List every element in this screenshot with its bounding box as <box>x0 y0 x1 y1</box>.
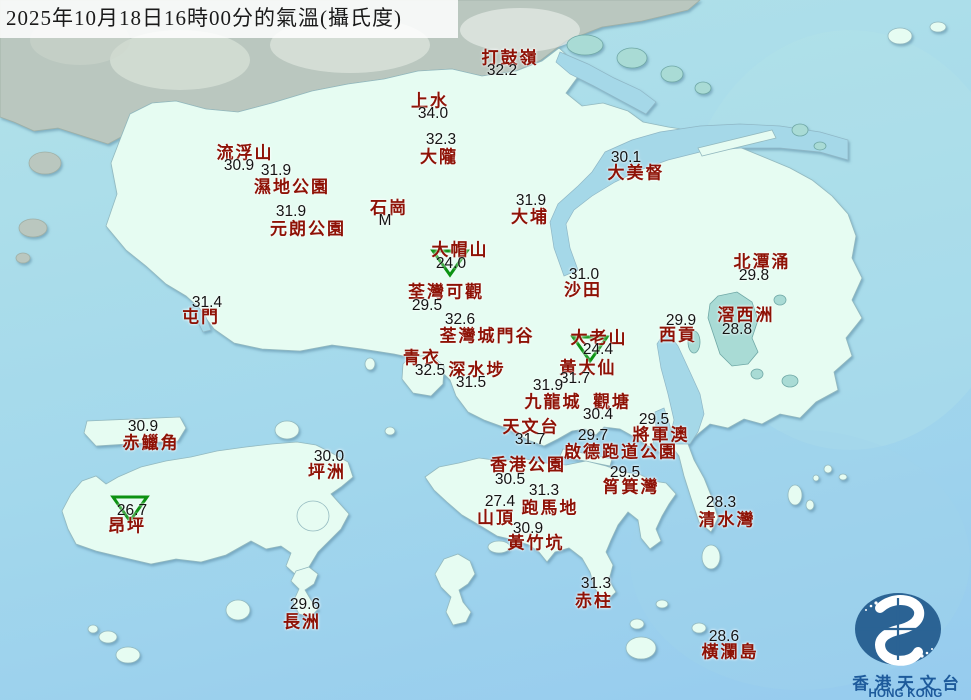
ninepin-island <box>839 474 847 480</box>
hko-logo-english-name: HONG KONG OBSERVATORY <box>834 688 971 700</box>
map-title: 2025年10月18日16時00分的氣溫(攝氏度) <box>0 0 458 38</box>
station-temperature-value: 29.9 <box>666 312 696 330</box>
mirs-bay-island <box>695 82 711 94</box>
station-temperature-value: 24.0 <box>436 255 466 273</box>
station-temperature-value: 29.7 <box>578 427 608 445</box>
station-temperature-value: 28.3 <box>706 494 736 512</box>
station-temperature-value: 30.9 <box>224 157 254 175</box>
station-temperature-value: 27.4 <box>485 493 515 511</box>
ma-wan-island <box>365 358 375 370</box>
station-temperature-value: M <box>379 212 392 230</box>
soko-island <box>116 647 140 663</box>
beaufort-island <box>656 600 668 608</box>
sai-kung-islet <box>782 375 798 387</box>
station-temperature-value: 34.0 <box>418 105 448 123</box>
station-temperature-value: 31.0 <box>569 266 599 284</box>
shek-kwu-chau-island <box>226 600 250 620</box>
mirs-bay-islet <box>930 22 946 32</box>
station-temperature-value: 30.4 <box>583 406 613 424</box>
station-temperature-value: 31.7 <box>515 431 545 449</box>
lamma-island <box>435 554 475 625</box>
station-temperature-value: 30.5 <box>495 471 525 489</box>
mirs-bay-islet <box>888 28 912 44</box>
station-temperature-value: 31.5 <box>456 374 486 392</box>
kau-yi-chau-island <box>385 427 395 435</box>
grass-island <box>814 142 826 150</box>
po-toi-islet <box>630 619 644 629</box>
station-temperature-value: 30.1 <box>611 149 641 167</box>
mirs-bay-island <box>661 66 683 82</box>
urban-texture <box>110 30 250 90</box>
station-temperature-value: 28.8 <box>722 321 752 339</box>
station-temperature-value: 31.9 <box>516 192 546 210</box>
station-temperature-value: 31.9 <box>276 203 306 221</box>
soko-island <box>99 631 117 643</box>
station-temperature-value: 31.9 <box>533 377 563 395</box>
station-temperature-value: 32.2 <box>487 62 517 80</box>
station-temperature-value: 32.5 <box>415 362 445 380</box>
deep-bay-island <box>19 219 47 237</box>
mirs-bay-island <box>567 35 603 55</box>
station-temperature-value: 26.7 <box>117 502 147 520</box>
waglan-island <box>692 623 706 633</box>
station-temperature-value: 31.3 <box>581 575 611 593</box>
sai-kung-islet <box>774 295 786 305</box>
deep-bay-island <box>16 253 30 263</box>
station-temperature-value: 32.3 <box>426 131 456 149</box>
hko-logo: 香港天文台 HONG KONG OBSERVATORY <box>840 578 971 700</box>
po-toi-island <box>626 637 656 659</box>
soko-island <box>88 625 98 633</box>
station-temperature-value: 29.5 <box>610 464 640 482</box>
mirs-bay-island <box>617 48 647 68</box>
station-temperature-value: 30.9 <box>513 520 543 538</box>
station-temperature-value: 29.5 <box>412 297 442 315</box>
ninepin-island <box>824 465 832 473</box>
deep-bay-island <box>29 152 61 174</box>
sai-kung-islet <box>751 369 763 379</box>
station-temperature-value: 30.9 <box>128 418 158 436</box>
station-temperature-value: 30.0 <box>314 448 344 466</box>
ninepin-island <box>813 475 819 481</box>
station-temperature-value: 28.6 <box>709 628 739 646</box>
station-temperature-value: 32.6 <box>445 311 475 329</box>
station-temperature-value: 29.6 <box>290 596 320 614</box>
basalt-island <box>788 485 802 505</box>
tap-mun-island <box>792 124 808 136</box>
station-temperature-value: 31.9 <box>261 162 291 180</box>
station-temperature-value: 31.3 <box>529 482 559 500</box>
station-temperature-value: 29.5 <box>639 411 669 429</box>
station-temperature-value: 31.7 <box>560 370 590 388</box>
hko-temperature-map: 2025年10月18日16時00分的氣溫(攝氏度) 打鼓嶺32.2上水34.0大… <box>0 0 971 700</box>
hong-kong-map <box>0 0 971 700</box>
station-temperature-value: 31.4 <box>192 294 222 312</box>
bluff-island <box>806 500 814 510</box>
peng-chau-island <box>275 421 299 439</box>
tung-lung-island <box>702 545 720 569</box>
hei-ling-chau-island <box>297 501 329 531</box>
station-temperature-value: 29.8 <box>739 267 769 285</box>
